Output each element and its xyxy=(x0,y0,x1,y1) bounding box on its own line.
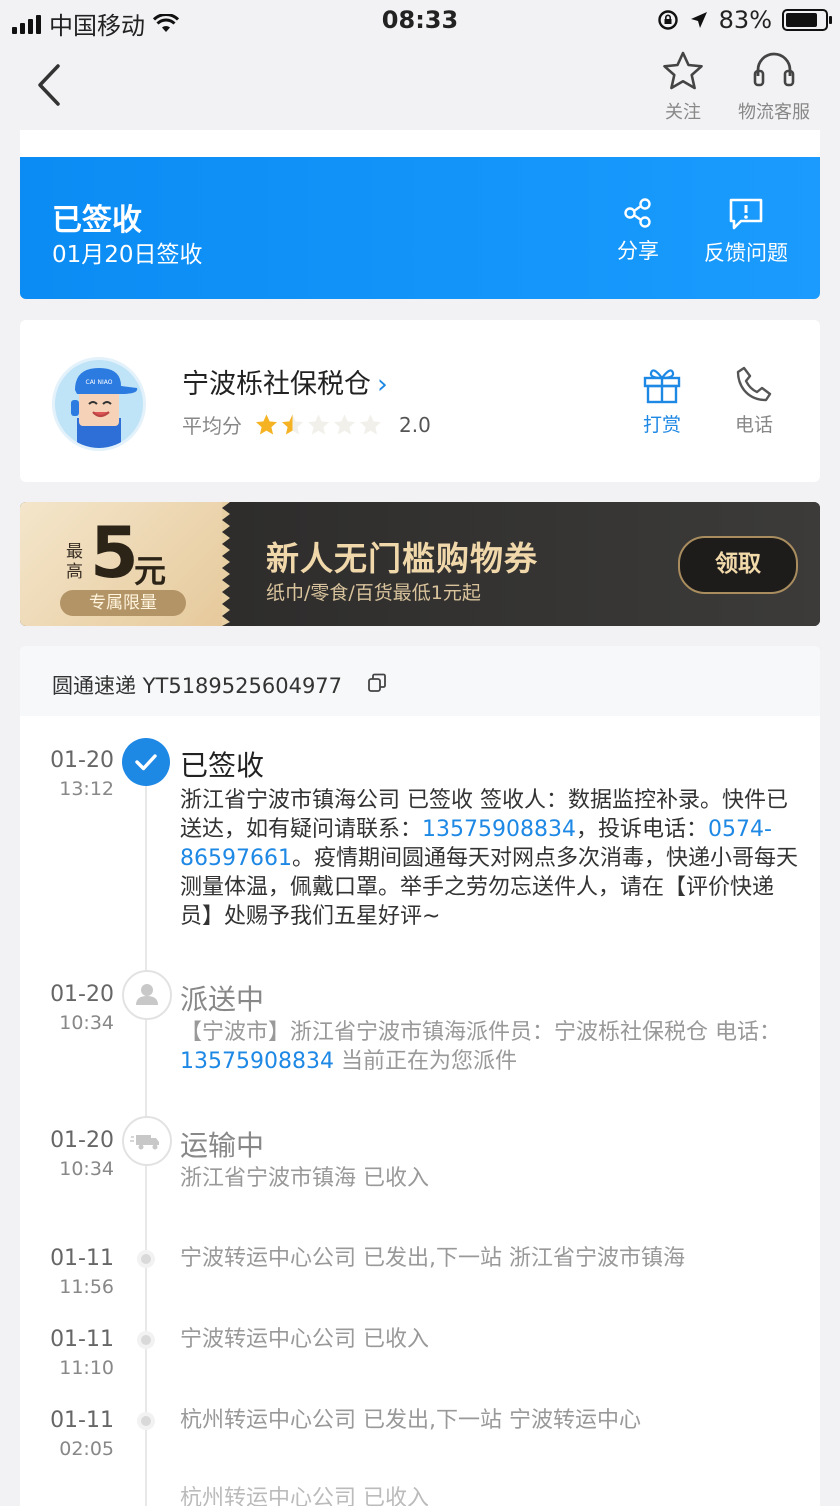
coupon-info-panel: 新人无门槛购物券 纸巾/零食/百货最低1元起 领取 xyxy=(238,502,820,626)
coupon-title: 新人无门槛购物券 xyxy=(266,539,538,578)
star-empty-icon xyxy=(334,414,355,434)
tip-label: 打赏 xyxy=(642,414,681,436)
tip-button[interactable]: 打赏 xyxy=(632,364,692,437)
courier-name: 宁波栎社保税仓 xyxy=(182,369,371,400)
star-outline-icon xyxy=(663,51,703,90)
avatar-cap-text: CAI NIAO xyxy=(86,379,113,386)
delivery-status-card: 已签收 01月20日签收 分享 反馈问题 xyxy=(20,157,820,299)
header-strip xyxy=(20,130,820,158)
event-text: ，投诉电话： xyxy=(575,817,708,842)
coupon-perforation xyxy=(222,502,238,626)
phone-icon xyxy=(736,366,772,402)
event-title: 已签收 xyxy=(180,749,265,782)
timeline-dot-inner xyxy=(141,1416,151,1426)
event-date: 01-20 xyxy=(50,982,114,1007)
event-time: 02:05 xyxy=(59,1438,114,1460)
event-date: 01-20 xyxy=(50,1128,114,1153)
status-title: 已签收 xyxy=(52,203,142,238)
event-description: 杭州转运中心公司 已发出,下一站 宁波转运中心 xyxy=(180,1408,641,1433)
event-time: 10:34 xyxy=(59,1012,114,1034)
star-rating xyxy=(254,413,383,437)
event-time: 11:10 xyxy=(59,1357,114,1379)
rating-label: 平均分 xyxy=(182,414,242,438)
courier-person-icon xyxy=(122,970,172,1020)
cainiao-mascot-icon: CAI NIAO xyxy=(71,368,138,448)
tracking-header: 圆通速递 YT5189525604977 xyxy=(20,646,820,716)
event-time: 10:34 xyxy=(59,1158,114,1180)
courier-card: CAI NIAO 宁波栎社保税仓 › 平均分 2.0 打赏 电话 xyxy=(20,320,820,482)
tracking-number: 圆通速递 YT5189525604977 xyxy=(52,674,343,698)
copy-icon[interactable] xyxy=(366,672,388,694)
status-subtitle: 01月20日签收 xyxy=(52,242,203,268)
service-label: 物流客服 xyxy=(738,102,810,123)
coupon-value-panel: 最高 5 元 专属限量 xyxy=(20,502,230,626)
call-button[interactable]: 电话 xyxy=(724,364,784,437)
share-label: 分享 xyxy=(617,239,659,263)
event-description: 杭州转运中心公司 已收入 xyxy=(180,1486,429,1506)
event-date: 01-11 xyxy=(50,1327,114,1352)
phone-label: 电话 xyxy=(734,414,773,436)
event-title: 派送中 xyxy=(180,983,265,1016)
back-chevron-icon[interactable] xyxy=(30,62,70,108)
coupon-amount: 5 xyxy=(90,512,139,594)
location-arrow-icon xyxy=(690,12,707,28)
event-time: 13:12 xyxy=(59,778,114,800)
timeline-dot-inner xyxy=(141,1335,151,1345)
coupon-badge: 专属限量 xyxy=(60,590,186,616)
courier-name-link[interactable]: 宁波栎社保税仓 › xyxy=(182,362,388,401)
rotation-lock-icon xyxy=(657,10,678,30)
share-icon xyxy=(624,198,651,228)
star-empty-icon xyxy=(308,414,329,434)
nav-bar: 关注 物流客服 xyxy=(0,44,840,130)
share-button[interactable]: 分享 xyxy=(606,197,670,265)
gift-icon xyxy=(643,369,681,404)
event-description: 浙江省宁波市镇海 已收入 xyxy=(180,1166,429,1191)
customer-service-button[interactable]: 物流客服 xyxy=(729,50,819,124)
phone-link[interactable]: 13575908834 xyxy=(180,1049,334,1074)
feedback-label: 反馈问题 xyxy=(704,241,788,265)
follow-label: 关注 xyxy=(665,102,701,123)
event-description: 浙江省宁波市镇海公司 已签收 签收人：数据监控补录。快件已送达，如有疑问请联系：… xyxy=(180,786,800,931)
star-half-icon xyxy=(282,414,303,434)
event-date: 01-20 xyxy=(50,748,114,773)
truck-icon xyxy=(122,1116,172,1166)
headset-icon xyxy=(753,52,795,87)
timeline-dot-inner xyxy=(141,1254,151,1264)
chevron-right-icon: › xyxy=(377,369,388,400)
feedback-icon xyxy=(729,198,763,230)
battery-icon xyxy=(782,9,832,31)
event-date: 01-11 xyxy=(50,1408,114,1433)
claim-button[interactable]: 领取 xyxy=(678,536,798,594)
event-description: 宁波转运中心公司 已发出,下一站 浙江省宁波市镇海 xyxy=(180,1246,685,1271)
coupon-max-label: 最高 xyxy=(66,542,83,582)
status-bar: 中国移动 08:33 83% xyxy=(0,0,840,44)
star-full-icon xyxy=(256,414,277,434)
courier-rating: 平均分 2.0 xyxy=(182,410,431,439)
check-circle-icon xyxy=(122,738,170,786)
event-text: 当前正在为您派件 xyxy=(333,1049,517,1074)
feedback-button[interactable]: 反馈问题 xyxy=(700,197,792,267)
coupon-subtitle: 纸巾/零食/百货最低1元起 xyxy=(266,582,481,604)
tracking-card: 圆通速递 YT5189525604977 01-20 13:12 已签收 浙江省… xyxy=(20,646,820,1506)
event-description: 宁波转运中心公司 已收入 xyxy=(180,1327,429,1352)
coupon-banner[interactable]: 最高 5 元 专属限量 新人无门槛购物券 纸巾/零食/百货最低1元起 领取 xyxy=(20,502,820,626)
event-description: 【宁波市】浙江省宁波市镇海派件员：宁波栎社保税仓 电话：13575908834 … xyxy=(180,1018,800,1076)
rating-score: 2.0 xyxy=(399,412,431,437)
coupon-unit: 元 xyxy=(134,552,167,590)
phone-link[interactable]: 13575908834 xyxy=(422,817,576,842)
event-time: 11:56 xyxy=(59,1276,114,1298)
event-date: 01-11 xyxy=(50,1246,114,1271)
star-empty-icon xyxy=(360,414,381,434)
event-text: 【宁波市】浙江省宁波市镇海派件员：宁波栎社保税仓 电话： xyxy=(180,1020,781,1045)
event-title: 运输中 xyxy=(180,1129,265,1162)
battery-percent: 83% xyxy=(718,6,772,34)
follow-button[interactable]: 关注 xyxy=(638,50,728,124)
courier-avatar: CAI NIAO xyxy=(52,357,146,451)
